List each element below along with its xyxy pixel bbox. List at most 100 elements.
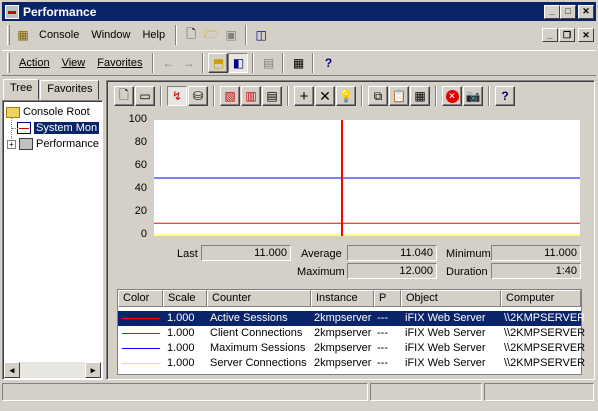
close-button[interactable]: ✕ [578,4,594,19]
performance-logs-icon [19,138,33,150]
view-current-activity-icon[interactable]: ↯ [167,86,187,106]
legend-row[interactable]: 1.000 Active Sessions 2kmpserver --- iFIX We… [118,311,585,326]
scroll-left-icon[interactable]: ◂ [4,362,20,378]
col-header-instance[interactable]: Instance [311,290,374,307]
legend-cell-object: iFIX Web Server [405,357,486,369]
sysmon-help-icon[interactable]: ? [495,86,515,106]
copy-properties-icon[interactable]: ⧉ [368,86,388,106]
properties-icon[interactable]: ▦ [288,53,308,73]
tree-item-console-root[interactable]: Console Root [6,106,90,118]
menu-help[interactable]: Help [136,29,171,41]
help-icon[interactable]: ? [318,53,338,73]
tree-label-console-root: Console Root [23,106,90,118]
back-arrow-icon[interactable]: ← [158,53,178,73]
legend-row[interactable]: 1.000 Client Connections 2kmpserver --- iFIX… [118,326,585,341]
freeze-display-icon[interactable]: ✕ [442,86,462,106]
color-swatch [122,348,160,349]
menu-window[interactable]: Window [85,29,136,41]
col-header-object[interactable]: Object [401,290,501,307]
legend-cell-parent: --- [377,357,388,369]
legend-cell-counter: Active Sessions [210,312,288,324]
paste-counter-list-icon[interactable]: 📋 [389,86,409,106]
menu-console[interactable]: Console [33,29,85,41]
delete-icon[interactable]: ▤ [258,53,278,73]
show-hide-tree-icon[interactable]: ◧ [228,53,249,73]
y-tick-label: 40 [134,182,147,194]
save-icon[interactable]: ▣ [221,25,241,45]
minimize-button[interactable]: _ [544,4,560,19]
tree-item-performance-logs[interactable]: + Performance [7,138,99,150]
maximize-button[interactable]: □ [560,4,576,19]
scroll-right-icon[interactable]: ▸ [85,362,101,378]
legend-row[interactable]: 1.000 Maximum Sessions 2kmpserver --- iFIX W… [118,341,585,356]
system-monitor-icon [17,122,31,134]
legend-cell-parent: --- [377,312,388,324]
new-console-icon[interactable]: 🗋 [181,25,201,45]
col-header-scale[interactable]: Scale [163,290,207,307]
view-log-data-icon[interactable]: ⛁ [188,86,208,106]
delete-counter-icon[interactable]: ✕ [315,86,335,106]
y-tick-label: 80 [134,136,147,148]
legend-cell-object: iFIX Web Server [405,327,486,339]
view-histogram-icon[interactable]: ▥ [241,86,261,106]
legend-cell-object: iFIX Web Server [405,312,486,324]
tree-item-system-monitor[interactable]: System Mon [17,122,100,134]
child-minimize-button[interactable]: _ [542,28,558,42]
last-value: 11.000 [201,245,291,261]
child-close-button[interactable]: ✕ [578,28,594,42]
performance-app-icon [5,4,19,19]
forward-arrow-icon[interactable]: → [178,53,198,73]
legend-cell-parent: --- [377,342,388,354]
view-graph-icon[interactable]: ▧ [220,86,240,106]
console-icon[interactable]: ▦ [13,25,33,45]
properties-icon[interactable]: ▦ [410,86,430,106]
menu-view[interactable]: View [56,57,92,69]
color-swatch [122,363,160,364]
y-tick-label: 60 [134,159,147,171]
legend-cell-computer: \\2KMPSERVER [504,357,586,369]
child-restore-button[interactable]: ❐ [559,28,575,42]
menu-action[interactable]: Action [13,57,56,69]
title-bar: Performance _ □ ✕ [2,2,596,21]
col-header-computer[interactable]: Computer [501,290,581,307]
col-header-parent[interactable]: P [374,290,401,307]
view-report-icon[interactable]: ▤ [262,86,282,106]
legend-cell-counter: Client Connections [210,327,303,339]
menu-favorites[interactable]: Favorites [91,57,148,69]
status-pane-2 [370,383,482,401]
legend-cell-instance: 2kmpserver [314,312,372,324]
folder-icon [6,106,20,118]
y-tick-label: 100 [128,113,147,125]
legend-cell-parent: --- [377,327,388,339]
new-window-icon[interactable]: ◫ [251,25,271,45]
update-data-icon[interactable]: 📷 [463,86,483,106]
legend-cell-scale: 1.000 [167,312,195,324]
up-one-level-icon[interactable]: ⬒ [208,53,229,73]
tree-label-performance-logs: Performance [36,138,99,150]
average-value: 11.040 [347,245,437,261]
legend-cell-scale: 1.000 [167,357,195,369]
y-tick-label: 0 [140,228,147,240]
action-toolbar: Action View Favorites ← → ⬒ ◧ ▤ ▦ ? [2,50,596,76]
color-swatch [122,333,160,334]
highlight-icon[interactable]: 💡 [336,86,356,106]
tab-favorites[interactable]: Favorites [40,80,100,100]
legend-cell-computer: \\2KMPSERVER [504,342,586,354]
legend-cell-instance: 2kmpserver [314,327,372,339]
tree-horizontal-scrollbar[interactable]: ◂ ▸ [4,362,101,378]
legend-cell-instance: 2kmpserver [314,342,372,354]
window-title: Performance [23,4,97,19]
legend-row[interactable]: 1.000 Server Connections 2kmpserver --- iFIX… [118,356,585,371]
clear-display-icon[interactable]: ▭ [135,86,155,106]
col-header-counter[interactable]: Counter [207,290,311,307]
average-label: Average [301,248,342,260]
col-header-color[interactable]: Color [118,290,163,307]
add-counter-icon[interactable]: + [294,86,314,106]
tab-tree[interactable]: Tree [3,79,40,100]
new-counter-set-icon[interactable]: 🗋 [114,86,134,106]
color-swatch [122,318,160,319]
y-axis: 100 80 60 40 20 0 [117,113,147,243]
console-tree: Console Root System Mon + Performance ◂ … [2,100,103,380]
legend-cell-computer: \\2KMPSERVER [504,327,586,339]
open-folder-icon[interactable]: 🗁 [201,25,221,45]
